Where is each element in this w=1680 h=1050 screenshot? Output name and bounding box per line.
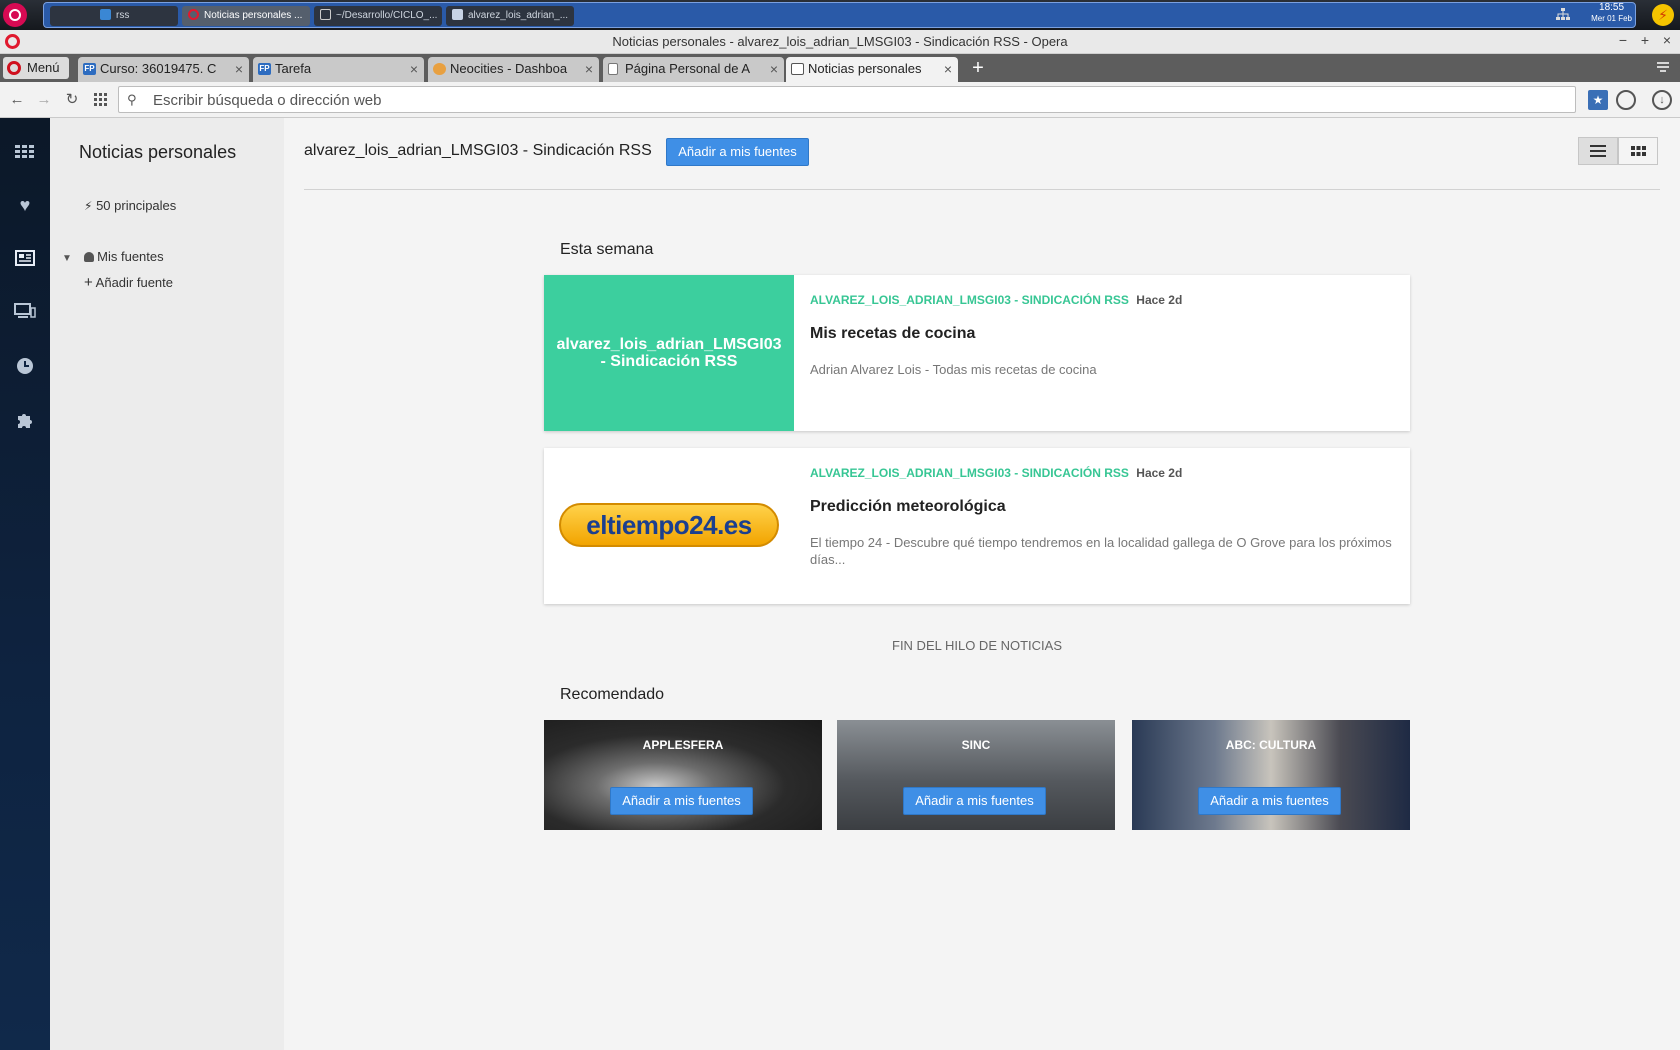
bookmark-star-icon[interactable]: ★ xyxy=(1588,90,1608,110)
document-icon xyxy=(452,9,463,20)
devices-icon[interactable] xyxy=(13,299,37,323)
system-panel: rss Noticias personales ... ~/Desarrollo… xyxy=(0,0,1680,30)
address-bar[interactable]: ⚲ xyxy=(118,86,1576,113)
task-terminal[interactable]: ~/Desarrollo/CICLO_... xyxy=(314,6,442,26)
reload-icon[interactable]: ↻ xyxy=(63,91,81,109)
tab-close-icon[interactable]: × xyxy=(585,57,593,81)
opera-sidebar: ♥ xyxy=(0,118,50,1050)
forward-arrow-icon[interactable]: → xyxy=(35,91,53,109)
news-icon[interactable] xyxy=(13,246,37,270)
recommended-heading: Recomendado xyxy=(560,686,665,703)
top-50-link[interactable]: ⚡ 50 principales xyxy=(84,198,176,213)
minimize-button[interactable]: − xyxy=(1612,32,1634,48)
network-icon[interactable] xyxy=(1556,8,1570,20)
card-source: ALVAREZ_LOIS_ADRIAN_LMSGI03 - SINDICACIÓ… xyxy=(810,466,1183,480)
header-divider xyxy=(304,189,1660,190)
add-applesfera-button[interactable]: Añadir a mis fuentes xyxy=(610,787,753,815)
triangle-down-icon[interactable]: ▼ xyxy=(62,253,72,264)
grid-view-icon xyxy=(1630,145,1646,156)
add-to-sources-button[interactable]: Añadir a mis fuentes xyxy=(666,138,809,166)
tab-close-icon[interactable]: × xyxy=(410,57,418,81)
this-week-heading: Esta semana xyxy=(560,241,654,258)
tab-neocities[interactable]: Neocities - Dashboa × xyxy=(428,57,599,82)
news-panel-title: Noticias personales xyxy=(79,142,237,162)
grid-view-button[interactable] xyxy=(1618,137,1658,165)
cat-favicon-icon xyxy=(433,63,446,75)
search-icon: ⚲ xyxy=(127,92,137,107)
plus-icon: + xyxy=(84,274,93,291)
task-opera[interactable]: Noticias personales ... xyxy=(182,6,310,26)
navigation-bar: ← → ↻ ⚲ ★ ↓ xyxy=(0,82,1680,118)
tab-bar: Menú FP Curso: 36019475. C × FP Tarefa ×… xyxy=(0,54,1680,82)
address-input[interactable] xyxy=(153,90,1553,110)
clock[interactable]: 18:55 Mer 01 Feb xyxy=(1591,2,1632,24)
speed-dial-icon[interactable] xyxy=(13,140,37,164)
power-icon[interactable]: ⚡ xyxy=(1652,4,1674,26)
tab-curso[interactable]: FP Curso: 36019475. C × xyxy=(78,57,249,82)
tab-tarefa[interactable]: FP Tarefa × xyxy=(253,57,424,82)
fp-favicon-icon: FP xyxy=(83,63,96,75)
end-of-feed-label: FIN DEL HILO DE NOTICIAS xyxy=(892,638,1062,653)
close-window-button[interactable]: × xyxy=(1656,32,1678,48)
card-thumbnail: alvarez_lois_adrian_LMSGI03 - Sindicació… xyxy=(544,275,794,431)
news-card[interactable]: eltiempo24.es ALVAREZ_LOIS_ADRIAN_LMSGI0… xyxy=(544,448,1410,604)
recommended-card-abc-cultura[interactable]: ABC: CULTURA Añadir a mis fuentes xyxy=(1132,720,1410,830)
window-titlebar: Noticias personales - alvarez_lois_adria… xyxy=(0,30,1680,54)
terminal-icon xyxy=(320,9,331,20)
news-favicon-icon xyxy=(791,63,804,75)
card-title[interactable]: Mis recetas de cocina xyxy=(810,325,975,343)
card-title[interactable]: Predicción meteorológica xyxy=(810,498,1006,516)
list-view-button[interactable] xyxy=(1578,137,1618,165)
tab-pagina-personal[interactable]: Página Personal de A × xyxy=(603,57,784,82)
lightning-icon: ⚡ xyxy=(84,199,93,213)
recommended-card-applesfera[interactable]: APPLESFERA Añadir a mis fuentes xyxy=(544,720,822,830)
tab-close-icon[interactable]: × xyxy=(944,57,952,81)
folder-icon xyxy=(100,9,111,20)
history-clock-icon[interactable] xyxy=(13,354,37,378)
opera-icon xyxy=(7,61,21,75)
task-document[interactable]: alvarez_lois_adrian_... xyxy=(446,6,574,26)
speed-dial-grid-icon[interactable] xyxy=(94,93,108,107)
new-tab-button[interactable]: + xyxy=(968,57,988,79)
taskbar: rss Noticias personales ... ~/Desarrollo… xyxy=(43,2,1636,28)
opera-turbo-icon[interactable] xyxy=(1616,90,1636,110)
fp-favicon-icon: FP xyxy=(258,63,271,75)
card-thumbnail: eltiempo24.es xyxy=(544,448,794,604)
tab-close-icon[interactable]: × xyxy=(770,57,778,81)
news-main: alvarez_lois_adrian_LMSGI03 - Sindicació… xyxy=(284,118,1680,1050)
debian-menu-icon[interactable] xyxy=(3,3,27,27)
add-source-link[interactable]: + Añadir fuente xyxy=(84,274,173,291)
card-description: Adrian Alvarez Lois - Todas mis recetas … xyxy=(810,362,1097,377)
tab-menu-icon[interactable] xyxy=(1656,60,1670,74)
news-panel: Noticias personales ⚡ 50 principales ▼ M… xyxy=(50,118,284,1050)
my-sources-toggle[interactable]: ▼ Mis fuentes xyxy=(62,249,164,264)
card-source: ALVAREZ_LOIS_ADRIAN_LMSGI03 - SINDICACIÓ… xyxy=(810,293,1183,307)
card-description: El tiempo 24 - Descubre qué tiempo tendr… xyxy=(810,535,1392,567)
news-card[interactable]: alvarez_lois_adrian_LMSGI03 - Sindicació… xyxy=(544,275,1410,431)
tab-close-icon[interactable]: × xyxy=(235,57,243,81)
user-icon xyxy=(83,252,94,262)
opera-icon xyxy=(188,9,199,20)
tab-noticias-personales[interactable]: Noticias personales × xyxy=(786,57,958,82)
maximize-button[interactable]: + xyxy=(1634,32,1656,48)
feed-title: alvarez_lois_adrian_LMSGI03 - Sindicació… xyxy=(304,142,652,159)
add-abc-cultura-button[interactable]: Añadir a mis fuentes xyxy=(1198,787,1341,815)
download-icon[interactable]: ↓ xyxy=(1652,90,1672,110)
document-favicon-icon xyxy=(608,63,618,75)
task-rss[interactable]: rss xyxy=(50,6,178,26)
back-arrow-icon[interactable]: ← xyxy=(8,91,26,109)
list-view-icon xyxy=(1590,145,1606,157)
recommended-card-sinc[interactable]: SINC Añadir a mis fuentes xyxy=(837,720,1115,830)
extensions-puzzle-icon[interactable] xyxy=(13,408,37,432)
opera-menu-button[interactable]: Menú xyxy=(3,57,69,79)
eltiempo24-logo: eltiempo24.es xyxy=(559,503,779,547)
add-sinc-button[interactable]: Añadir a mis fuentes xyxy=(903,787,1046,815)
window-title: Noticias personales - alvarez_lois_adria… xyxy=(612,34,1068,49)
heart-icon[interactable]: ♥ xyxy=(13,193,37,217)
